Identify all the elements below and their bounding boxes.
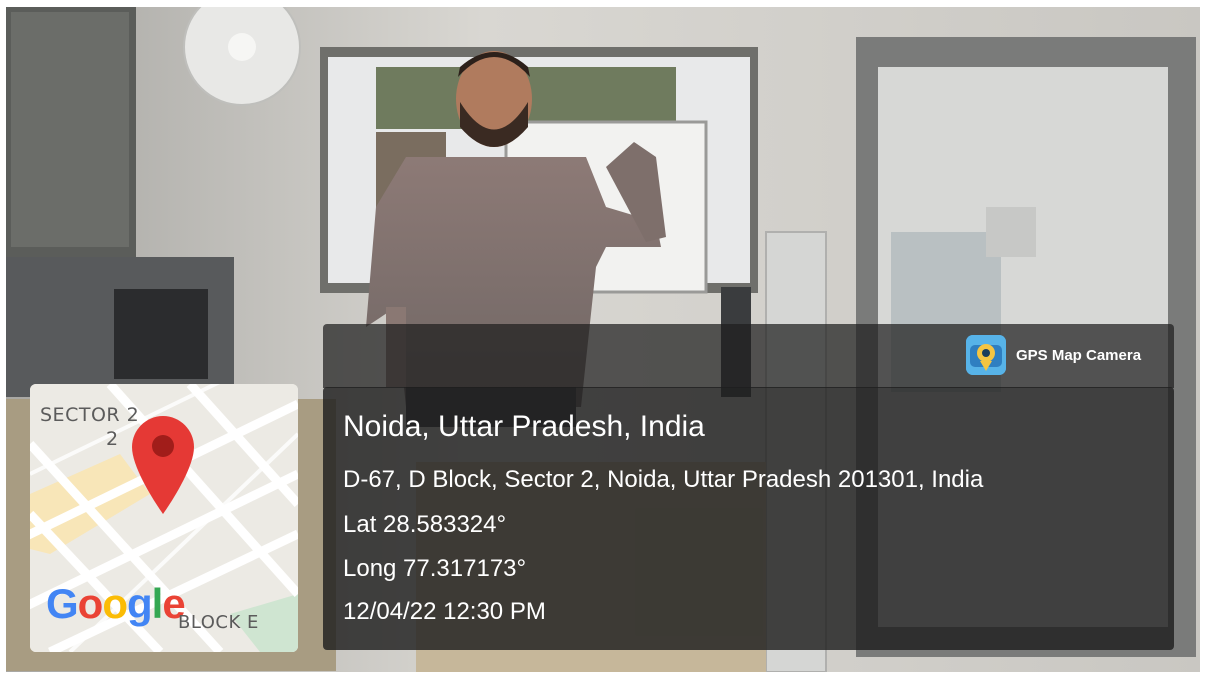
- datetime-line: 12/04/22 12:30 PM: [343, 598, 546, 625]
- map-label-sector: SECTOR 2: [40, 404, 140, 426]
- google-letter: o: [102, 580, 128, 627]
- map-label-block: BLOCK E: [178, 612, 259, 633]
- google-logo: Google: [46, 580, 186, 628]
- google-letter: o: [77, 580, 104, 627]
- app-name: GPS Map Camera: [1016, 346, 1142, 364]
- latitude-line: Lat 28.583324°: [343, 511, 507, 538]
- longitude-line: Long 77.317173°: [343, 555, 527, 582]
- app-badge: GPS Map Camera: [966, 335, 1141, 375]
- map-pin-icon: [132, 416, 194, 514]
- google-letter: l: [151, 580, 164, 627]
- place-title: Noida, Uttar Pradesh, India: [343, 410, 705, 443]
- address-line: D-67, D Block, Sector 2, Noida, Uttar Pr…: [343, 466, 984, 493]
- map-label-sector-number: 2: [106, 428, 119, 450]
- gps-camera-app-icon: [966, 335, 1006, 375]
- location-map-thumbnail: SECTOR 2 2 Google BLOCK E: [30, 384, 298, 652]
- google-letter: g: [126, 580, 153, 627]
- google-letter: G: [46, 580, 79, 627]
